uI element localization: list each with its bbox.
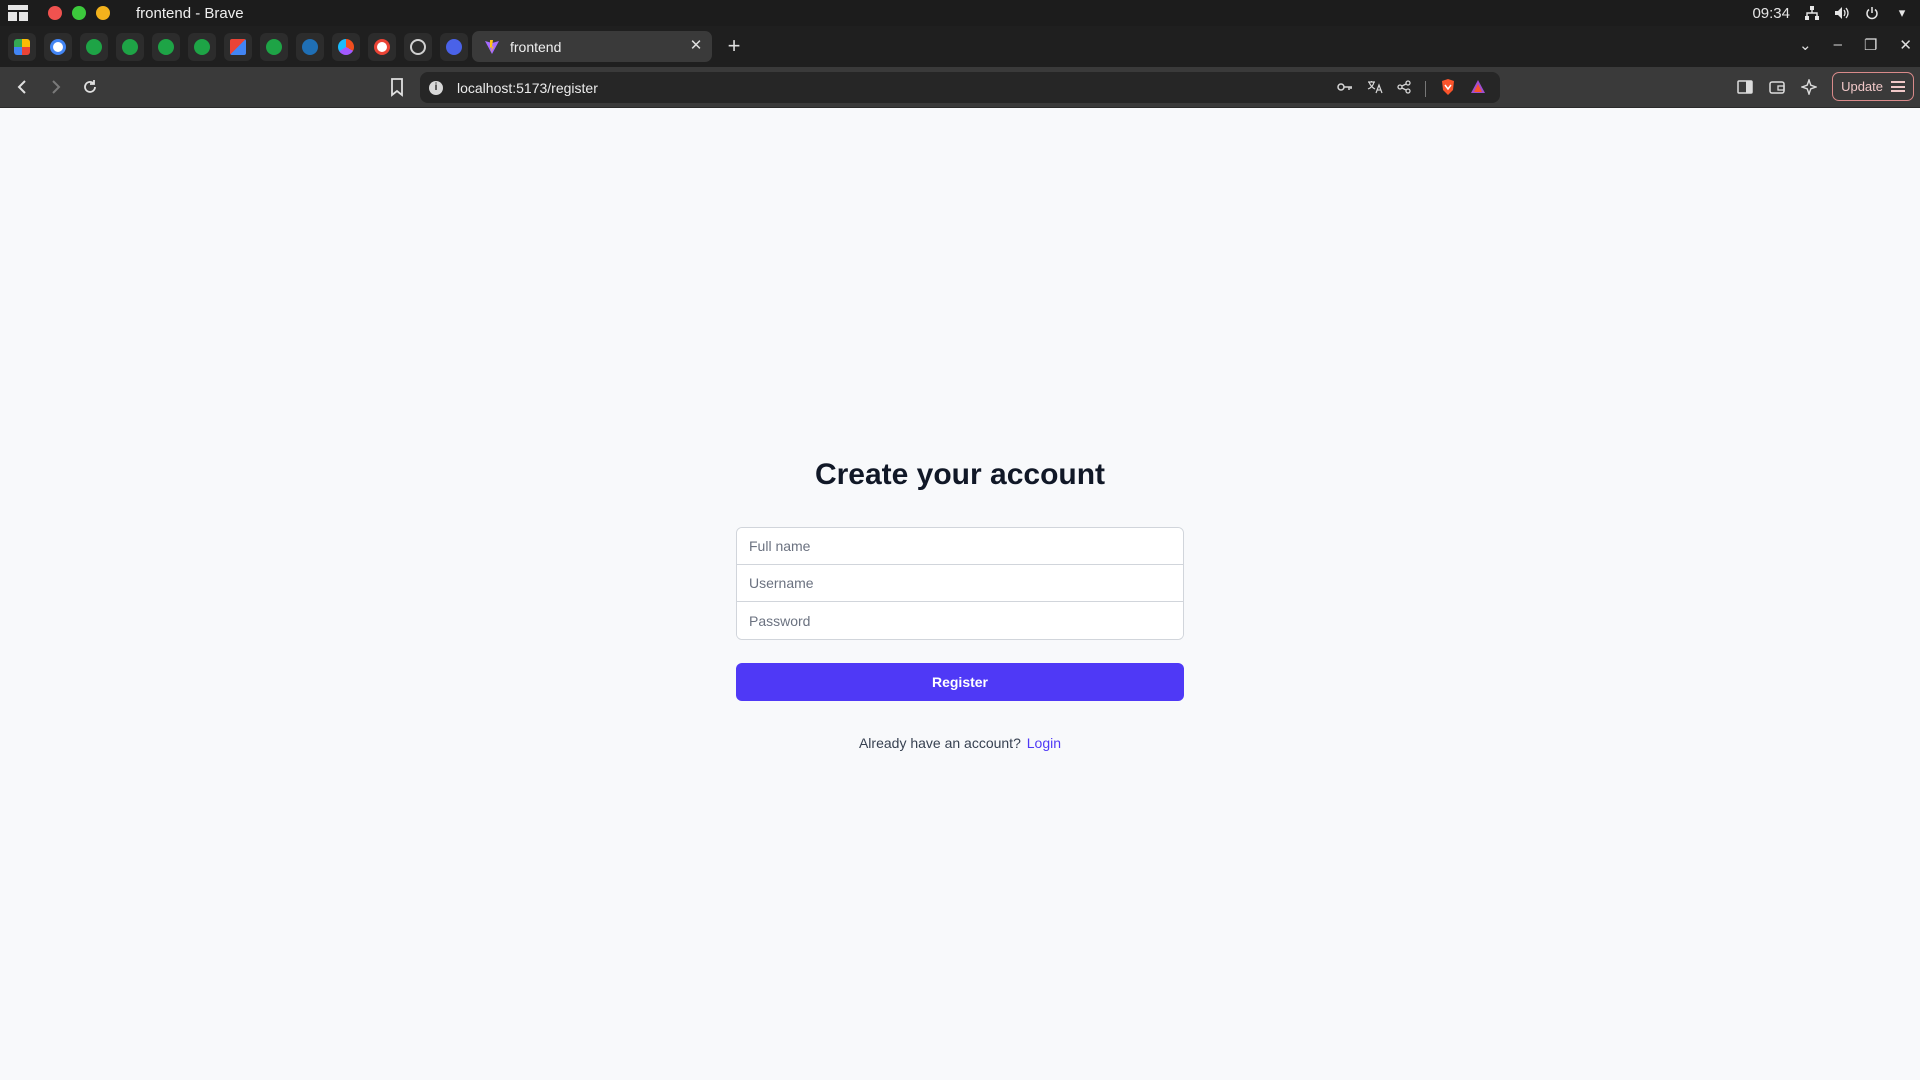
update-button[interactable]: Update bbox=[1832, 72, 1914, 101]
tab-search-icon[interactable]: ⌄ bbox=[1799, 36, 1812, 54]
pinned-tab[interactable] bbox=[224, 33, 252, 61]
pinned-tab[interactable] bbox=[188, 33, 216, 61]
back-icon[interactable] bbox=[12, 77, 32, 97]
tab-frontend[interactable]: frontend ✕ bbox=[472, 31, 712, 62]
volume-icon[interactable] bbox=[1834, 6, 1850, 20]
wallet-icon[interactable] bbox=[1768, 78, 1786, 96]
bookmark-icon[interactable] bbox=[388, 77, 406, 97]
clock: 09:34 bbox=[1752, 4, 1790, 22]
window-controls bbox=[48, 6, 110, 20]
address-bar-icons bbox=[1337, 78, 1486, 99]
url-text[interactable]: localhost:5173/register bbox=[457, 80, 598, 96]
tab-label: frontend bbox=[510, 38, 562, 55]
login-prompt-text: Already have an account? bbox=[858, 735, 1021, 751]
pinned-tabs bbox=[8, 33, 468, 61]
blue-app-icon bbox=[302, 39, 318, 55]
blue-app-icon bbox=[446, 39, 462, 55]
site-info-icon[interactable]: i bbox=[429, 80, 443, 95]
pinned-tab[interactable] bbox=[404, 33, 432, 61]
share-icon[interactable] bbox=[1397, 80, 1411, 97]
chevron-down-icon[interactable]: ▾ bbox=[1894, 5, 1910, 20]
divider bbox=[1425, 80, 1426, 97]
new-tab-button[interactable]: + bbox=[724, 35, 744, 57]
menu-icon bbox=[1891, 81, 1905, 92]
nav-buttons bbox=[12, 77, 100, 97]
password-input[interactable] bbox=[737, 602, 1183, 639]
minimize-window-button[interactable] bbox=[96, 6, 110, 20]
green-app-icon bbox=[86, 39, 102, 55]
google-icon bbox=[50, 39, 66, 55]
username-input[interactable] bbox=[737, 565, 1183, 602]
leo-ai-icon[interactable] bbox=[1800, 78, 1818, 96]
pinned-tab[interactable] bbox=[152, 33, 180, 61]
google-icon bbox=[374, 39, 390, 55]
google-photos-icon bbox=[14, 39, 30, 55]
translate-icon[interactable] bbox=[1367, 80, 1383, 97]
app-menu-icon[interactable] bbox=[8, 5, 28, 21]
pinned-tab[interactable] bbox=[296, 33, 324, 61]
register-button[interactable]: Register bbox=[736, 663, 1184, 701]
brave-rewards-icon[interactable] bbox=[1470, 79, 1486, 98]
restore-icon[interactable]: ❐ bbox=[1864, 36, 1877, 54]
update-label: Update bbox=[1841, 79, 1883, 94]
pinned-tab[interactable] bbox=[8, 33, 36, 61]
key-icon[interactable] bbox=[1337, 81, 1353, 96]
login-prompt-line: Already have an account? Login bbox=[0, 735, 1920, 751]
green-app-icon bbox=[194, 39, 210, 55]
pinned-tab[interactable] bbox=[368, 33, 396, 61]
minimize-icon[interactable]: – bbox=[1834, 36, 1842, 54]
vite-icon bbox=[485, 39, 499, 54]
pinned-tab[interactable] bbox=[44, 33, 72, 61]
gmail-icon bbox=[230, 39, 246, 55]
window-title: frontend - Brave bbox=[136, 4, 244, 22]
openai-icon bbox=[410, 39, 426, 55]
close-window-button[interactable] bbox=[48, 6, 62, 20]
forward-icon[interactable] bbox=[46, 77, 66, 97]
figma-icon bbox=[338, 39, 354, 55]
pinned-tab[interactable] bbox=[260, 33, 288, 61]
green-app-icon bbox=[122, 39, 138, 55]
reload-icon[interactable] bbox=[80, 77, 100, 97]
pinned-tab[interactable] bbox=[80, 33, 108, 61]
tab-strip: frontend ✕ + ⌄ – ❐ ✕ bbox=[0, 26, 1920, 67]
network-icon[interactable] bbox=[1804, 6, 1820, 20]
pinned-tab[interactable] bbox=[332, 33, 360, 61]
maximize-window-button[interactable] bbox=[72, 6, 86, 20]
pinned-tab[interactable] bbox=[440, 33, 468, 61]
green-app-icon bbox=[266, 39, 282, 55]
browser-toolbar: i localhost:5173/register Update bbox=[0, 67, 1920, 108]
close-icon[interactable]: ✕ bbox=[1899, 36, 1912, 54]
window-buttons: ⌄ – ❐ ✕ bbox=[1799, 36, 1912, 54]
page-title: Create your account bbox=[814, 458, 1106, 491]
register-form-fields bbox=[736, 527, 1184, 640]
system-bar: frontend - Brave 09:34 ▾ bbox=[0, 0, 1920, 26]
system-tray: 09:34 ▾ bbox=[1752, 0, 1910, 26]
address-bar[interactable]: i localhost:5173/register bbox=[420, 72, 1500, 103]
page-content: Create your account Register Already hav… bbox=[0, 108, 1920, 1080]
close-tab-icon[interactable]: ✕ bbox=[688, 38, 704, 54]
brave-shields-icon[interactable] bbox=[1440, 78, 1456, 99]
green-app-icon bbox=[158, 39, 174, 55]
toolbar-right: Update bbox=[1736, 72, 1914, 101]
login-link[interactable]: Login bbox=[1027, 735, 1061, 751]
power-icon[interactable] bbox=[1864, 6, 1880, 20]
fullname-input[interactable] bbox=[737, 528, 1183, 565]
pinned-tab[interactable] bbox=[116, 33, 144, 61]
sidebar-icon[interactable] bbox=[1736, 78, 1754, 96]
